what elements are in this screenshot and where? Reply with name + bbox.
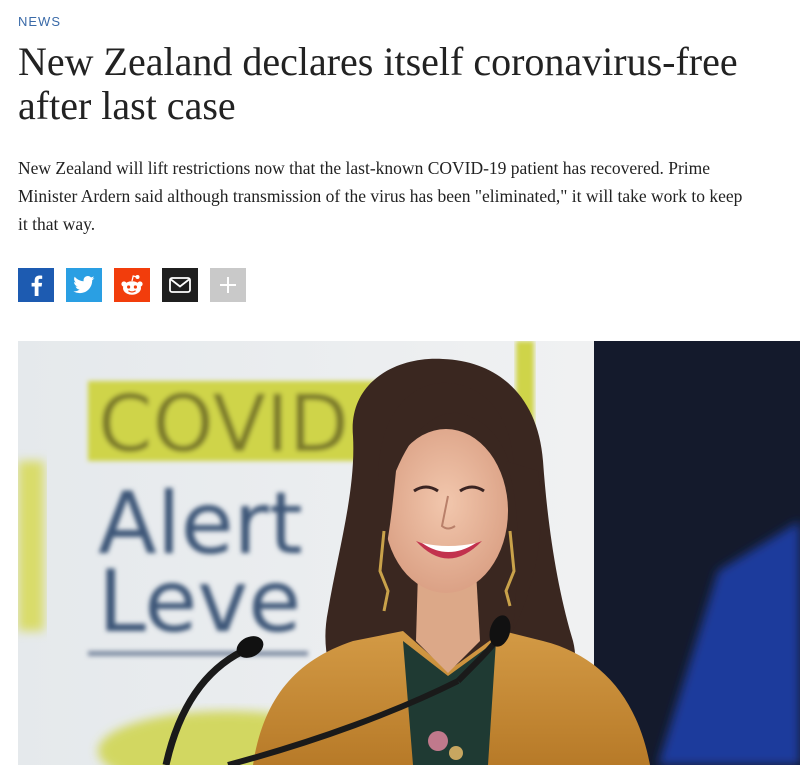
email-share-button[interactable] [162, 268, 198, 302]
hero-image: COVID Alert Leve [18, 341, 800, 765]
more-share-button[interactable] [210, 268, 246, 302]
article-summary: New Zealand will lift restrictions now t… [18, 158, 743, 234]
sign-covid-text: COVID [98, 380, 349, 470]
sign-level-text: Leve [98, 552, 301, 652]
article-headline: New Zealand declares itself coronavirus-… [18, 39, 738, 128]
reddit-share-button[interactable] [114, 268, 150, 302]
section-label-news[interactable]: NEWS [18, 14, 61, 29]
article-page: NEWS New Zealand declares itself coronav… [0, 0, 800, 765]
twitter-icon [73, 276, 95, 294]
facebook-share-button[interactable] [18, 268, 54, 302]
plus-icon [220, 277, 236, 293]
reddit-icon [121, 275, 143, 295]
email-icon [169, 277, 191, 293]
share-bar [18, 268, 246, 302]
twitter-share-button[interactable] [66, 268, 102, 302]
facebook-icon [31, 275, 43, 296]
